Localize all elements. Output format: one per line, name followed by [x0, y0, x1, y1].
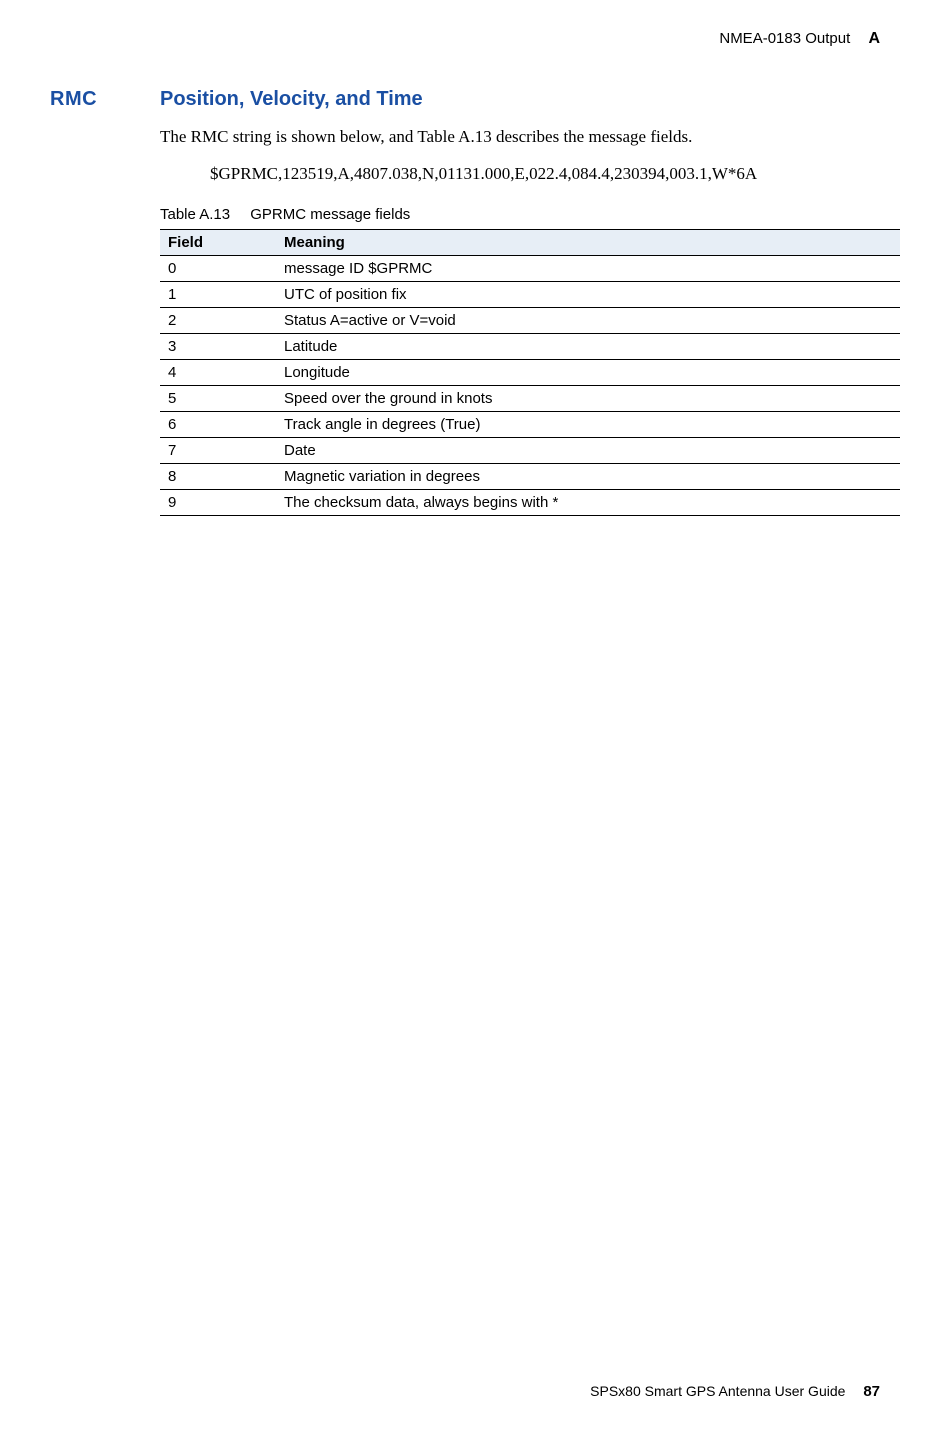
- cell-field: 6: [160, 411, 276, 437]
- cell-meaning: Longitude: [276, 359, 900, 385]
- footer-guide: SPSx80 Smart GPS Antenna User Guide: [590, 1383, 845, 1399]
- cell-field: 7: [160, 437, 276, 463]
- table-row: 3Latitude: [160, 333, 900, 359]
- cell-meaning: Track angle in degrees (True): [276, 411, 900, 437]
- intro-paragraph: The RMC string is shown below, and Table…: [160, 125, 880, 150]
- cell-meaning: Latitude: [276, 333, 900, 359]
- fields-table: Field Meaning 0message ID $GPRMC1UTC of …: [160, 229, 900, 516]
- col-field: Field: [160, 229, 276, 255]
- table-number: Table A.13: [160, 206, 230, 223]
- cell-meaning: Date: [276, 437, 900, 463]
- cell-meaning: message ID $GPRMC: [276, 255, 900, 281]
- table-row: 8Magnetic variation in degrees: [160, 463, 900, 489]
- cell-meaning: Status A=active or V=void: [276, 307, 900, 333]
- example-string: $GPRMC,123519,A,4807.038,N,01131.000,E,0…: [210, 164, 880, 184]
- table-row: 1UTC of position fix: [160, 281, 900, 307]
- cell-meaning: The checksum data, always begins with *: [276, 489, 900, 515]
- page-header: NMEA-0183 Output A: [50, 30, 880, 48]
- cell-field: 1: [160, 281, 276, 307]
- chapter-title: NMEA-0183 Output: [719, 30, 850, 47]
- cell-field: 9: [160, 489, 276, 515]
- col-meaning: Meaning: [276, 229, 900, 255]
- page-footer: SPSx80 Smart GPS Antenna User Guide 87: [590, 1383, 880, 1400]
- table-row: 7Date: [160, 437, 900, 463]
- cell-field: 3: [160, 333, 276, 359]
- section-title: Position, Velocity, and Time: [160, 88, 423, 111]
- table-row: 6Track angle in degrees (True): [160, 411, 900, 437]
- table-row: 9The checksum data, always begins with *: [160, 489, 900, 515]
- cell-field: 4: [160, 359, 276, 385]
- cell-meaning: Speed over the ground in knots: [276, 385, 900, 411]
- cell-field: 2: [160, 307, 276, 333]
- cell-meaning: UTC of position fix: [276, 281, 900, 307]
- cell-field: 5: [160, 385, 276, 411]
- table-title: GPRMC message fields: [250, 206, 410, 223]
- table-row: 0message ID $GPRMC: [160, 255, 900, 281]
- cell-meaning: Magnetic variation in degrees: [276, 463, 900, 489]
- section-key: RMC: [50, 88, 160, 111]
- cell-field: 0: [160, 255, 276, 281]
- cell-field: 8: [160, 463, 276, 489]
- section-heading: RMC Position, Velocity, and Time: [50, 88, 880, 111]
- appendix-letter: A: [868, 30, 880, 47]
- footer-page: 87: [863, 1383, 880, 1400]
- table-row: 4Longitude: [160, 359, 900, 385]
- table-row: 2Status A=active or V=void: [160, 307, 900, 333]
- table-header-row: Field Meaning: [160, 229, 900, 255]
- table-row: 5Speed over the ground in knots: [160, 385, 900, 411]
- table-caption: Table A.13 GPRMC message fields: [160, 206, 880, 223]
